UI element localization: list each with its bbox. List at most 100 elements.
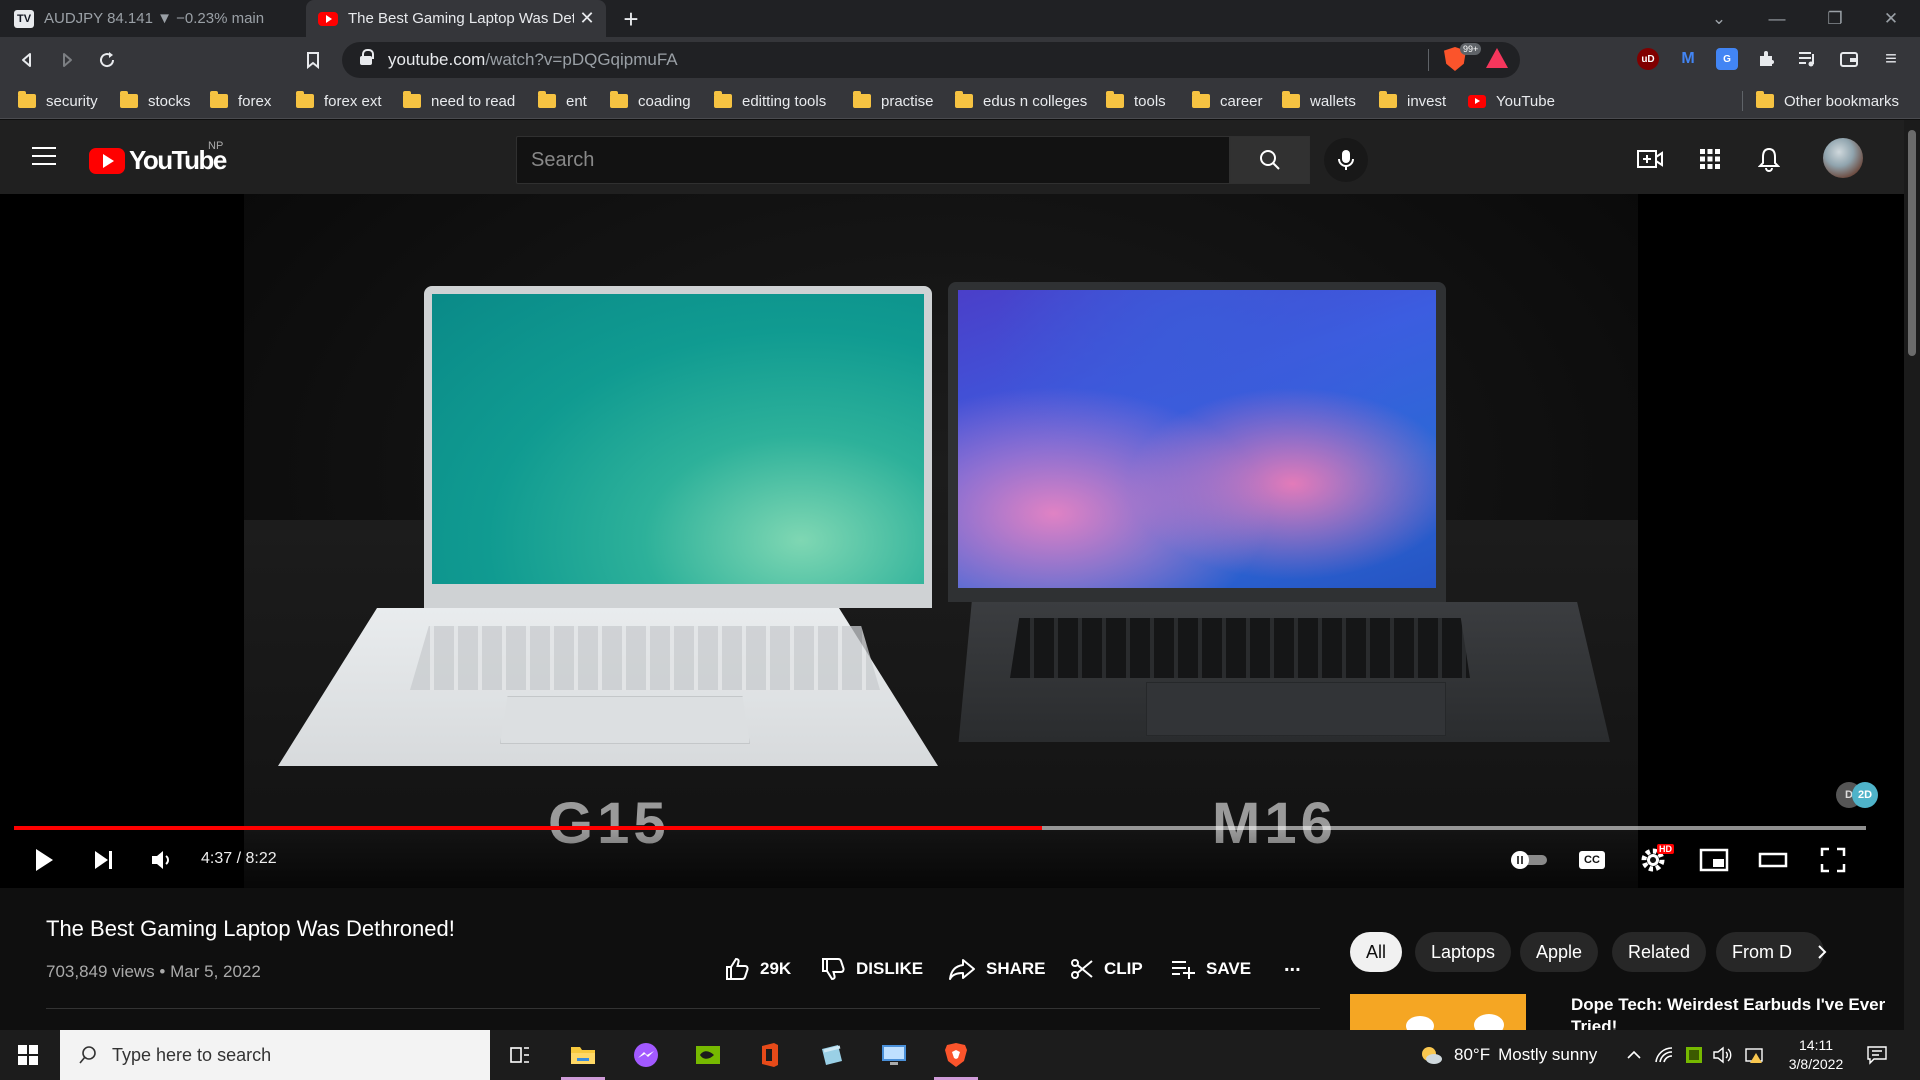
video-player[interactable]: G15 M16 D 2D 4:37 / 8:22 CC HD [0, 194, 1904, 888]
task-view-icon[interactable] [494, 1030, 546, 1080]
sticky-notes-icon[interactable] [806, 1030, 858, 1080]
bookmark-stocks[interactable]: stocks [120, 91, 191, 111]
page-scrollbar[interactable] [1904, 120, 1920, 1030]
more-actions-button[interactable]: ... [1284, 950, 1301, 980]
save-button[interactable]: SAVE [1170, 954, 1251, 984]
dislike-label: DISLIKE [856, 959, 924, 978]
play-button[interactable] [26, 842, 62, 878]
file-explorer-icon[interactable] [557, 1030, 609, 1080]
chips-next-button[interactable] [1810, 940, 1834, 964]
next-video-button[interactable] [86, 842, 122, 878]
apps-grid-icon[interactable] [1695, 144, 1725, 174]
back-icon[interactable] [12, 45, 42, 75]
account-avatar[interactable] [1823, 138, 1863, 178]
notifications-bell-icon[interactable] [1754, 144, 1784, 174]
bookmark-tools[interactable]: tools [1106, 91, 1166, 111]
media-playlist-icon[interactable] [1796, 48, 1818, 70]
youtube-play-logo-icon [89, 147, 125, 174]
lock-icon[interactable] [360, 49, 374, 66]
tab-search-chevron-icon[interactable]: ⌄ [1690, 0, 1748, 37]
office-icon[interactable] [744, 1030, 796, 1080]
theater-mode-button[interactable] [1755, 842, 1791, 878]
miniplayer-button[interactable] [1696, 842, 1732, 878]
wifi-icon[interactable] [1654, 1030, 1674, 1080]
clip-button[interactable]: CLIP [1070, 954, 1143, 984]
channel-watermark[interactable]: D 2D [1836, 782, 1878, 808]
youtube-logo[interactable]: YouTube [89, 145, 227, 176]
bookmark-practise[interactable]: practise [853, 91, 934, 111]
captions-button[interactable]: CC [1574, 842, 1610, 878]
minimize-icon[interactable]: — [1748, 0, 1806, 37]
folder-icon [955, 91, 973, 108]
weather-widget[interactable]: 80°F Mostly sunny [1418, 1030, 1597, 1080]
bookmark-editting-tools[interactable]: editting tools [714, 91, 826, 111]
bookmark-wallets[interactable]: wallets [1282, 91, 1356, 111]
notification-warning-icon[interactable] [1744, 1030, 1764, 1080]
restore-icon[interactable]: ❐ [1806, 0, 1864, 37]
bookmark-invest[interactable]: invest [1379, 91, 1446, 111]
chip-from-channel[interactable]: From D [1716, 932, 1824, 972]
google-translate-icon[interactable]: G [1716, 48, 1738, 70]
share-button[interactable]: SHARE [948, 954, 1046, 984]
address-bar[interactable]: youtube.com/watch?v=pDQGqipmuFA [342, 42, 1520, 78]
hd-badge: HD [1657, 844, 1674, 854]
create-video-icon[interactable] [1635, 144, 1665, 174]
show-hidden-icons-chevron-icon[interactable] [1626, 1030, 1642, 1080]
nvidia-icon[interactable] [682, 1030, 734, 1080]
reload-icon[interactable] [92, 45, 122, 75]
bookmark-youtube[interactable]: YouTube [1468, 91, 1555, 111]
messenger-icon[interactable] [620, 1030, 672, 1080]
dislike-button[interactable]: DISLIKE [820, 954, 923, 984]
recommendation-title[interactable]: Dope Tech: Weirdest Earbuds I've Ever Tr… [1571, 994, 1891, 1030]
chip-all[interactable]: All [1350, 932, 1403, 972]
youtube-header: YouTube NP [0, 120, 1904, 194]
chip-laptops[interactable]: Laptops [1415, 932, 1512, 972]
bookmark-forex-ext[interactable]: forex ext [296, 91, 382, 111]
speaker-volume-icon[interactable] [1712, 1030, 1734, 1080]
remote-desktop-icon[interactable] [868, 1030, 920, 1080]
extensions-puzzle-icon[interactable] [1756, 48, 1778, 70]
brave-browser-icon[interactable] [930, 1030, 982, 1080]
wallet-icon[interactable] [1838, 48, 1860, 70]
windows-start-icon[interactable] [18, 1045, 38, 1065]
forward-icon[interactable] [52, 45, 82, 75]
weather-description: Mostly sunny [1498, 1045, 1598, 1064]
system-clock[interactable]: 14:11 3/8/2022 [1776, 1036, 1856, 1074]
chip-apple[interactable]: Apple [1520, 932, 1599, 972]
brave-rewards-icon[interactable] [1486, 48, 1508, 68]
bookmark-page-icon[interactable] [298, 45, 328, 75]
close-tab-icon[interactable]: ✕ [574, 8, 600, 29]
action-center-icon[interactable] [1866, 1030, 1888, 1080]
chip-related[interactable]: Related [1612, 932, 1707, 972]
bookmark-edus-n-colleges[interactable]: edus n colleges [955, 91, 1087, 111]
bookmark-other-bookmarks[interactable]: Other bookmarks [1756, 91, 1899, 111]
taskbar-search-box[interactable]: Type here to search [60, 1030, 490, 1080]
bookmark-career[interactable]: career [1192, 91, 1263, 111]
fullscreen-button[interactable] [1815, 842, 1851, 878]
like-button[interactable]: 29K [724, 954, 791, 984]
hamburger-menu-icon[interactable] [32, 147, 56, 167]
tab-youtube-active[interactable]: The Best Gaming Laptop Was Det ✕ [306, 0, 606, 37]
bookmark-security[interactable]: security [18, 91, 98, 111]
recommendation-thumbnail[interactable] [1350, 994, 1526, 1030]
scrollbar-thumb[interactable] [1908, 130, 1916, 356]
tab-tradingview[interactable]: TV AUDJPY 84.141 ▼ −0.23% main [0, 0, 310, 37]
search-input[interactable] [531, 148, 1229, 172]
bookmark-ent[interactable]: ent [538, 91, 587, 111]
folder-icon [18, 91, 36, 108]
voice-search-button[interactable] [1324, 138, 1368, 182]
volume-button[interactable] [144, 842, 180, 878]
autoplay-toggle[interactable] [1508, 842, 1550, 878]
search-button[interactable] [1230, 136, 1310, 184]
malwarebytes-icon[interactable]: M [1677, 48, 1699, 70]
folder-icon [1282, 91, 1300, 108]
browser-menu-icon[interactable]: ≡ [1880, 48, 1902, 70]
bookmark-forex[interactable]: forex [210, 91, 271, 111]
nvidia-tray-icon[interactable] [1684, 1030, 1704, 1080]
bookmark-coading[interactable]: coading [610, 91, 691, 111]
close-window-icon[interactable]: ✕ [1862, 0, 1920, 37]
new-tab-icon[interactable]: + [616, 4, 646, 34]
ublock-origin-icon[interactable]: uD [1637, 48, 1659, 70]
bookmark-need-to-read[interactable]: need to read [403, 91, 515, 111]
settings-button[interactable]: HD [1635, 842, 1674, 878]
